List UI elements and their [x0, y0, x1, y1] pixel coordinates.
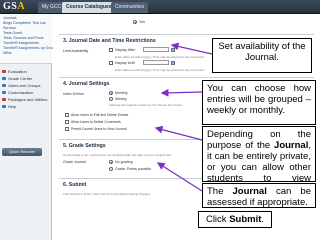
yes-radio[interactable]	[133, 20, 137, 24]
callout-text: The	[207, 186, 233, 197]
display-until-checkbox[interactable]	[109, 61, 113, 65]
callout-submit: Click Submit.	[198, 211, 272, 228]
date-hint-until: Enter dates as dd/mm/yyyy. Time may be e…	[115, 68, 205, 72]
callout-privacy: Depending on the purpose of the Journal,…	[202, 126, 316, 195]
sidebar-link-wikis[interactable]: Wikis	[3, 51, 12, 55]
sidebar-link-blogs[interactable]: Blogs Completed: Test Las	[3, 21, 46, 25]
display-until-label: Display Until	[115, 61, 135, 65]
top-navigation-bar: GSA My GCC Course Catalogues Communities	[0, 0, 320, 14]
section-4-title: 4. Journal Settings	[63, 81, 110, 87]
tab-course-catalogues[interactable]: Course Catalogues	[62, 2, 116, 13]
grade-points-radio[interactable]	[109, 167, 113, 171]
callout-assessment: The Journal can be assessed if appropria…	[202, 183, 316, 208]
index-entries-label: Index Entries	[63, 92, 84, 96]
weekly-radio[interactable]	[109, 97, 113, 101]
menu-bullet-icon	[2, 91, 6, 94]
edit-delete-entries-label: Allow Users to Edit and Delete Entries	[71, 113, 129, 117]
quick-recover-button[interactable]: Quick Recover	[2, 148, 42, 156]
callout-bold-text: Journal	[274, 140, 309, 151]
display-after-label: Display After	[115, 48, 136, 52]
tab-communities[interactable]: Communities	[111, 2, 149, 13]
sidebar-item-label: Evaluation	[8, 69, 27, 74]
no-grading-radio[interactable]	[109, 160, 113, 164]
callout-bold-text: Submit	[229, 214, 262, 225]
sidebar-item-label: Grade Center	[8, 76, 33, 81]
menu-bullet-icon	[2, 105, 6, 108]
date-hint-after: Enter dates as dd/mm/yyyy. Time may be e…	[115, 55, 205, 59]
delete-comments-checkbox[interactable]	[65, 120, 69, 124]
callout-index-entries: You can choose how entries will be group…	[202, 80, 316, 125]
view-journal-label: Permit Course Users to View Journal	[71, 127, 127, 131]
sidebar-item-help[interactable]: Help	[0, 103, 52, 110]
sidebar-link-surveys[interactable]: Surveys	[3, 26, 16, 30]
callout-bold-text: Journal	[232, 186, 267, 197]
display-after-date-input[interactable]	[143, 47, 169, 52]
sidebar-link-journals[interactable]: Journals	[3, 16, 17, 20]
callout-text: Click	[205, 214, 230, 225]
logo-accent: A	[17, 1, 26, 12]
section-3-title: 3. Journal Date and Time Restrictions	[63, 38, 156, 44]
index-hint: Indexing will organize entries by the ch…	[109, 103, 183, 107]
calendar-icon[interactable]	[171, 47, 175, 52]
sidebar-link-tests-pools[interactable]: Tests: Sources and Pools	[3, 36, 44, 40]
section-divider	[59, 77, 314, 78]
section-divider	[59, 34, 314, 35]
course-menu-sidebar: Journals Blogs Completed: Test Las Surve…	[0, 14, 57, 240]
weekly-label: Weekly	[115, 97, 127, 101]
logo-text: GS	[3, 1, 18, 12]
grade-hint: If a final date is set, submissions are …	[63, 153, 173, 157]
display-until-date-input[interactable]	[143, 60, 169, 65]
sidebar-link-turnitin[interactable]: Turnitin® Assignments	[3, 41, 39, 45]
delete-comments-label: Allow Users to Delete Comments	[71, 120, 121, 124]
menu-bullet-icon	[2, 77, 6, 80]
sidebar-item-label: Customization	[8, 90, 34, 95]
sidebar-item-packages[interactable]: Packages and Utilities	[0, 96, 52, 103]
section-5-title: 5. Grade Settings	[63, 143, 106, 149]
gsa-logo[interactable]: GSA	[3, 1, 31, 13]
sidebar-item-label: Packages and Utilities	[8, 97, 48, 102]
view-journal-checkbox[interactable]	[65, 127, 69, 131]
sidebar-item-customization[interactable]: Customization	[0, 89, 52, 96]
course-tools-list: Journals Blogs Completed: Test Las Surve…	[0, 14, 57, 64]
grade-points-label: Grade: Points possible	[115, 167, 152, 171]
yes-option-label: Yes	[139, 20, 145, 24]
submit-hint: Click Submit to finish. Click Cancel to …	[63, 192, 152, 196]
sidebar-item-label: Users and Groups	[8, 83, 41, 88]
edit-delete-entries-checkbox[interactable]	[65, 113, 69, 117]
callout-text: .	[261, 214, 265, 225]
section-6-title: 6. Submit	[63, 182, 87, 188]
monthly-label: Monthly	[115, 91, 128, 95]
calendar-icon[interactable]	[171, 60, 175, 65]
sidebar-item-label: Help	[8, 104, 17, 109]
callout-availability: Set availability of the Journal.	[212, 38, 312, 73]
sidebar-item-evaluation[interactable]: Evaluation	[0, 68, 52, 75]
monthly-radio[interactable]	[109, 91, 113, 95]
sidebar-item-grade-center[interactable]: Grade Center	[0, 75, 52, 82]
grade-journal-label: Grade Journal	[63, 160, 86, 164]
menu-bullet-icon	[2, 84, 6, 87]
no-grading-label: No grading	[115, 160, 133, 164]
sidebar-link-tests-guest[interactable]: Tests Guest	[3, 31, 22, 35]
limit-availability-label: Limit Availability	[63, 49, 89, 53]
sidebar-item-users-groups[interactable]: Users and Groups	[0, 82, 52, 89]
display-after-checkbox[interactable]	[109, 48, 113, 52]
sidebar-link-turnitin-groups[interactable]: Turnitin® Assignments: by Groups	[3, 46, 57, 50]
menu-bullet-icon	[2, 70, 6, 73]
menu-bullet-icon	[2, 98, 6, 101]
